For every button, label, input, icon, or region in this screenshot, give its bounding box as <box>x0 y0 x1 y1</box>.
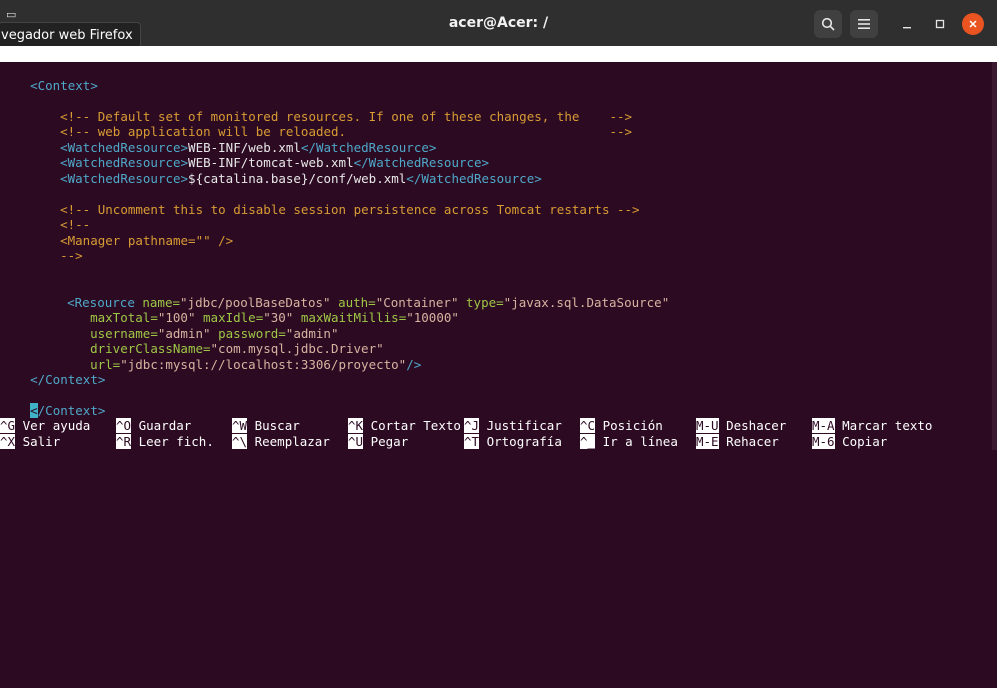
code-line: maxTotal="100" maxIdle="30" maxWaitMilli… <box>90 309 459 325</box>
code-line: <!-- <box>60 216 91 232</box>
minimize-icon <box>903 27 911 29</box>
shortcut-pegar[interactable]: ^U Pegar <box>348 434 408 450</box>
maximize-icon <box>935 19 945 29</box>
shortcut-ir-a-linea[interactable]: ^_ Ir a línea <box>580 434 678 450</box>
code-line: driverClassName="com.mysql.jdbc.Driver" <box>90 340 384 356</box>
close-button[interactable] <box>962 13 984 35</box>
code-line: <Manager pathname="" /> <box>60 232 234 248</box>
code-line: <!-- Default set of monitored resources.… <box>60 108 633 124</box>
shortcut-bar: ^G Ver ayuda ^O Guardar ^W Buscar ^K Cor… <box>0 418 997 450</box>
shortcut-guardar[interactable]: ^O Guardar <box>116 418 191 434</box>
menu-button[interactable] <box>850 10 878 38</box>
minimize-button[interactable] <box>893 10 921 38</box>
shortcut-reemplazar[interactable]: ^\ Reemplazar <box>232 434 330 450</box>
code-line: <Resource name="jdbc/poolBaseDatos" auth… <box>67 294 670 310</box>
nano-header: GNU nano 4.8 /var/lib/tomcat9/conf/conte… <box>0 46 997 93</box>
close-icon <box>969 20 977 28</box>
shortcut-rehacer[interactable]: M-E Rehacer <box>696 434 779 450</box>
maximize-button[interactable] <box>926 10 954 38</box>
window-titlebar: ▭ acer@Acer: / vegador web Firefox <box>0 0 997 49</box>
shortcut-salir[interactable]: ^X Salir <box>0 434 60 450</box>
code-line: username="admin" password="admin" <box>90 325 339 341</box>
window-title: acer@Acer: / <box>448 15 549 31</box>
code-line: url="jdbc:mysql://localhost:3306/proyect… <box>90 356 422 372</box>
code-line: <Context> <box>30 77 98 93</box>
shortcut-buscar[interactable]: ^W Buscar <box>232 418 300 434</box>
search-icon <box>821 17 835 31</box>
shortcut-marcar-texto[interactable]: M-A Marcar texto <box>812 418 932 434</box>
shortcut-posicion[interactable]: ^C Posición <box>580 418 663 434</box>
shortcut-ver-ayuda[interactable]: ^G Ver ayuda <box>0 418 90 434</box>
code-line: <WatchedResource>${catalina.base}/conf/w… <box>60 170 542 186</box>
code-line: <WatchedResource>WEB-INF/tomcat-web.xml<… <box>60 154 490 170</box>
shortcut-justificar[interactable]: ^J Justificar <box>464 418 562 434</box>
code-line: <!-- Uncomment this to disable session p… <box>60 201 640 217</box>
code-line: --> <box>60 247 83 263</box>
code-line: </Context> <box>30 371 106 387</box>
scrollbar[interactable] <box>992 62 997 450</box>
code-line: <WatchedResource>WEB-INF/web.xml</Watche… <box>60 139 437 155</box>
code-line: <!-- web application will be reloaded. -… <box>60 123 633 139</box>
shortcut-cortar-texto[interactable]: ^K Cortar Texto <box>348 418 461 434</box>
search-button[interactable] <box>814 10 842 38</box>
shortcut-deshacer[interactable]: M-U Deshacer <box>696 418 786 434</box>
shortcut-copiar[interactable]: M-6 Copiar <box>812 434 887 450</box>
text-cursor: < <box>30 402 38 418</box>
hamburger-icon <box>858 19 870 29</box>
shortcut-leer-fich[interactable]: ^R Leer fich. <box>116 434 214 450</box>
firefox-tooltip: vegador web Firefox <box>0 22 141 49</box>
code-line: </Context> <box>30 402 106 418</box>
editor-area[interactable]: <Context> <!-- Default set of monitored … <box>0 62 990 418</box>
shortcut-ortografia[interactable]: ^T Ortografía <box>464 434 562 450</box>
